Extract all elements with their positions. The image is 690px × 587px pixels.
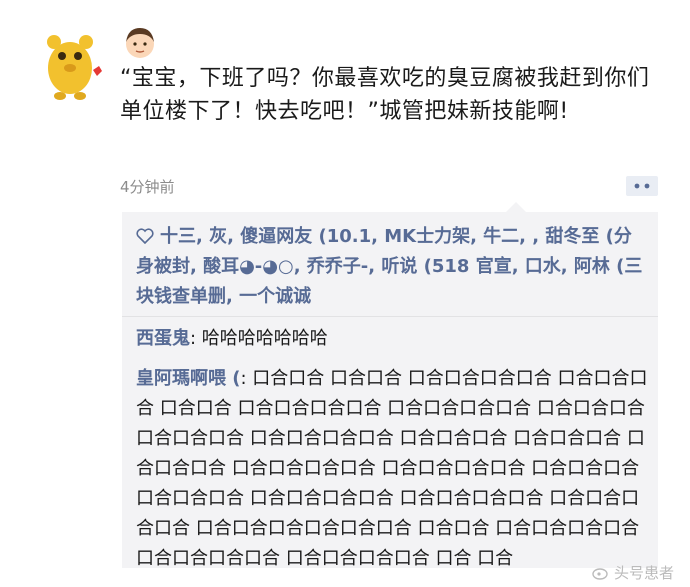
comment-box: 十三, 灰, 傻逼网友 (10.1, MK士力架, 牛二, , 甜冬至 (分身被… — [122, 212, 658, 569]
comment-item[interactable]: 皇阿瑪啊喂 (: 口合口合 口合口合 口合口合口合口合 口合口合口合 口合口合 … — [136, 364, 648, 574]
likes-list[interactable]: 十三, 灰, 傻逼网友 (10.1, MK士力架, 牛二, , 甜冬至 (分身被… — [136, 222, 648, 312]
likes-text[interactable]: 十三, 灰, 傻逼网友 (10.1, MK士力架, 牛二, , 甜冬至 (分身被… — [136, 226, 642, 307]
boy-face-icon — [126, 28, 154, 58]
comment-menu-icon[interactable] — [626, 174, 658, 198]
comment-author[interactable]: 皇阿瑪啊喂 ( — [136, 368, 241, 389]
comment-text: : 哈哈哈哈哈哈哈 — [190, 328, 328, 349]
comment-item[interactable]: 西蛋鬼: 哈哈哈哈哈哈哈 — [136, 324, 648, 354]
comment-author[interactable]: 西蛋鬼 — [136, 328, 190, 349]
post-timestamp: 4分钟前 — [120, 178, 175, 196]
post-text: “宝宝，下班了吗？你最喜欢吃的臭豆腐被我赶到你们单位楼下了！快去吃吧！”城管把妹… — [120, 66, 650, 124]
watermark-text: 头号患者 — [613, 564, 674, 582]
weibo-icon — [592, 568, 608, 580]
heart-icon — [136, 228, 154, 244]
comment-box-caret — [506, 202, 526, 212]
watermark: 头号患者 — [592, 562, 674, 583]
comment-text: : 口合口合 口合口合 口合口合口合口合 口合口合口合 口合口合 口合口合口合口… — [136, 368, 648, 569]
yellow-bear-avatar-icon[interactable] — [30, 24, 110, 104]
divider — [122, 316, 658, 317]
moments-post: “宝宝，下班了吗？你最喜欢吃的臭豆腐被我赶到你们单位楼下了！快去吃吧！”城管把妹… — [0, 0, 690, 587]
